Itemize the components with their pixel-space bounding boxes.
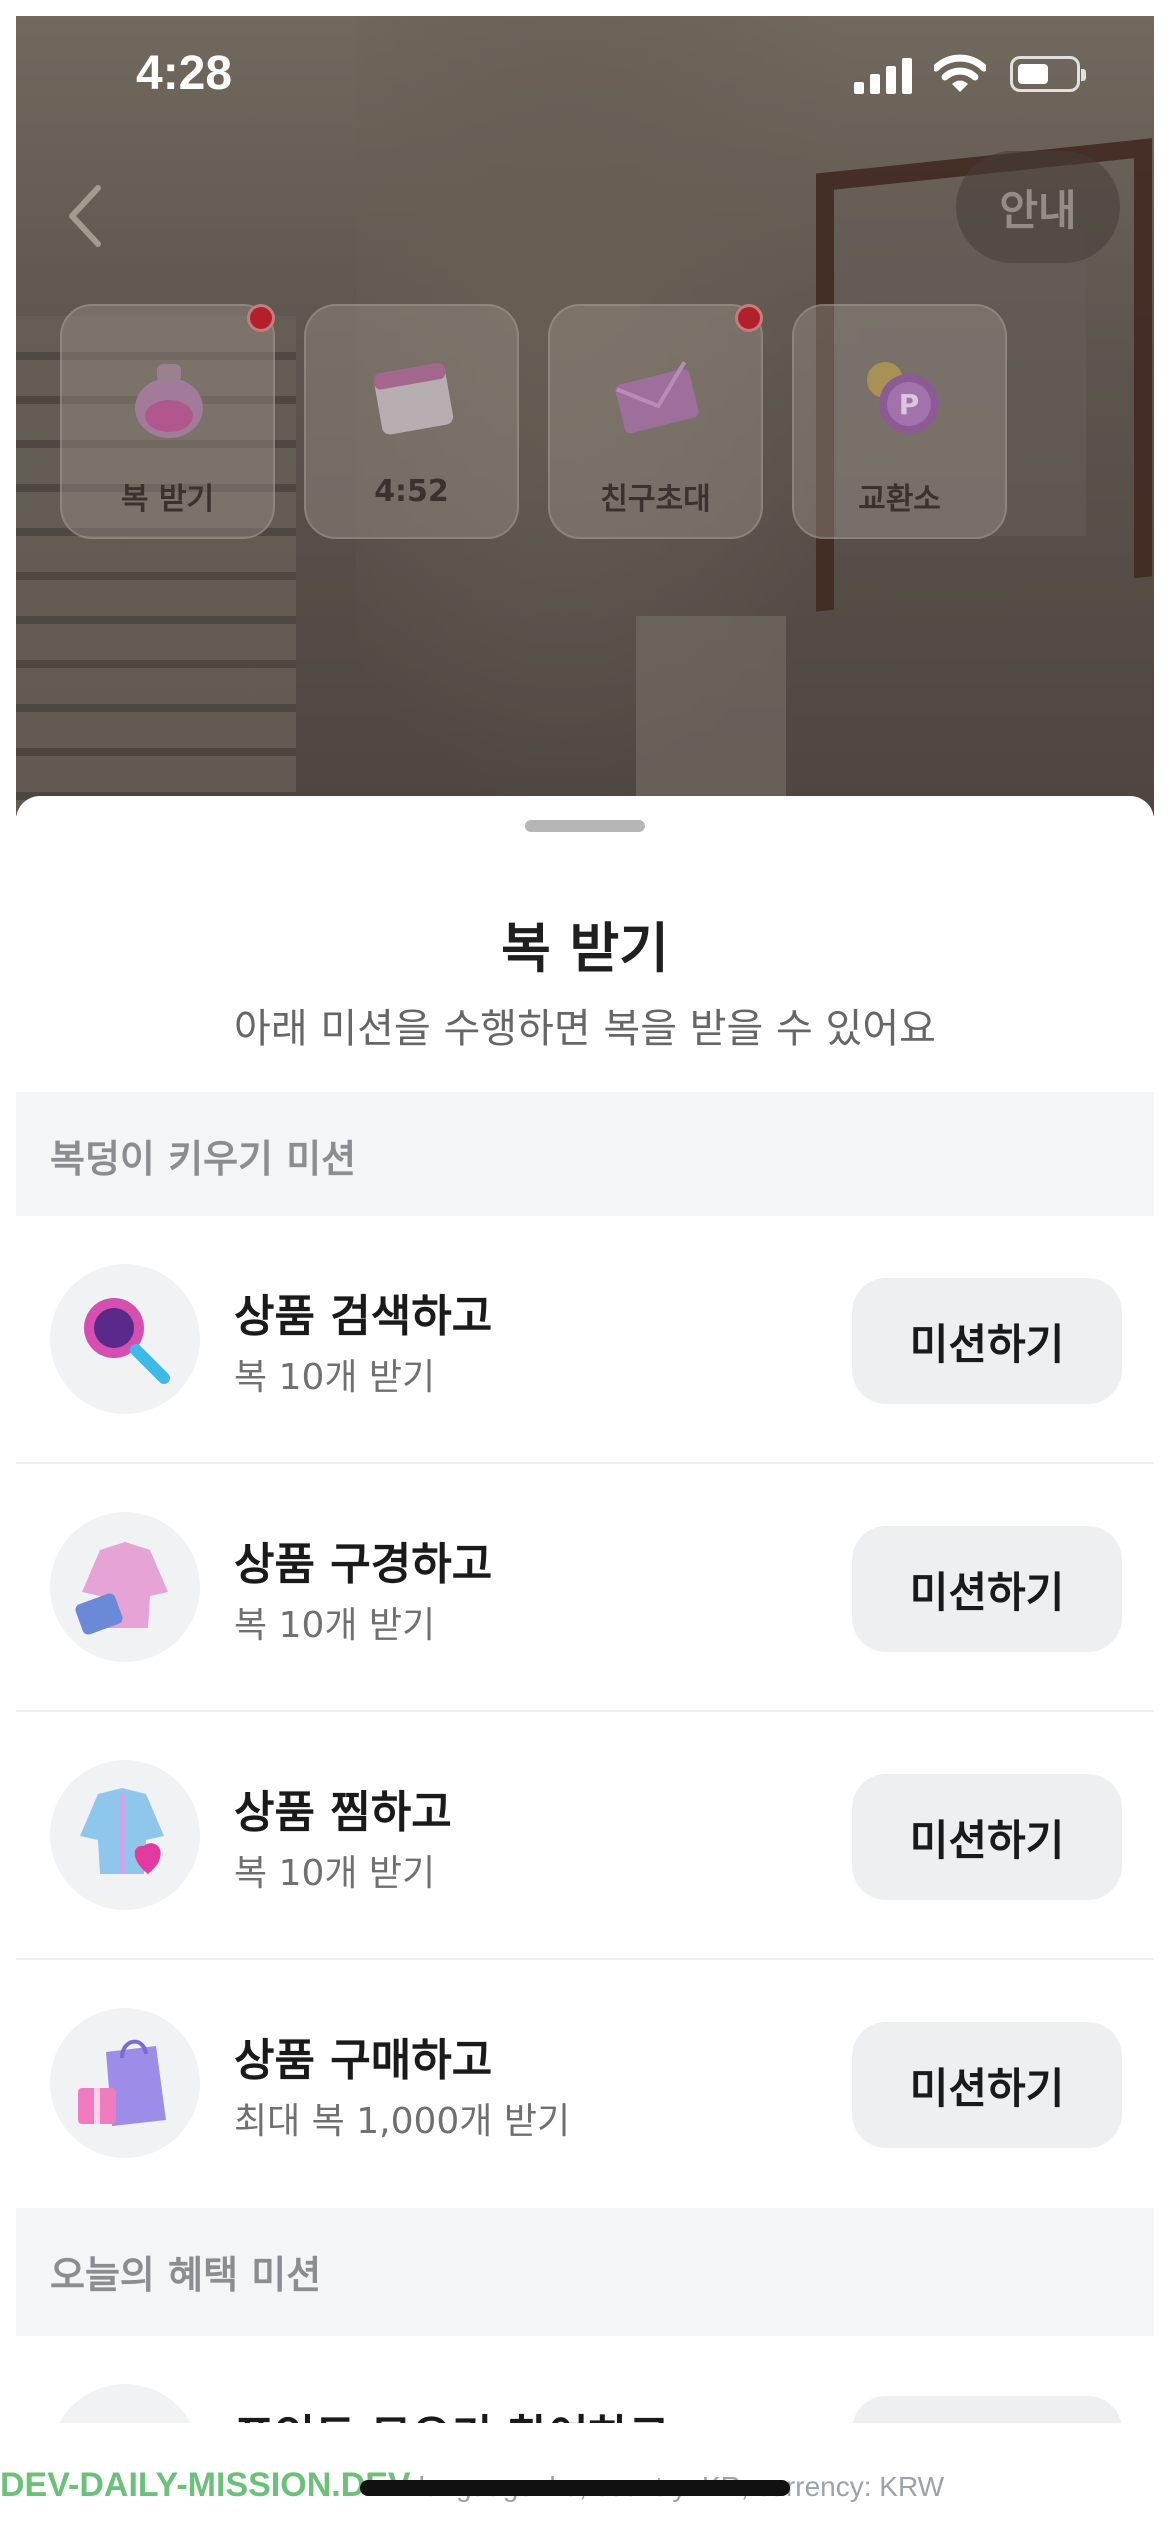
mission-row: 상품 구매하고 최대 복 1,000개 받기 미션하기: [16, 1960, 1154, 2208]
mission-bottom-sheet: 복 받기 아래 미션을 수행하면 복을 받을 수 있어요 복덩이 키우기 미션 …: [16, 796, 1154, 2516]
background-scene: 4:28 안내 복 받기 4:52 친구초대 P 교환소: [16, 16, 1154, 816]
pouch-icon: [135, 364, 203, 438]
guide-button[interactable]: 안내: [956, 151, 1120, 263]
magnifier-icon: [84, 1298, 170, 1384]
status-bar: 4:28: [16, 16, 1154, 146]
tile-exchange[interactable]: P 교환소: [792, 304, 1007, 539]
shopping-bag-icon: [78, 2039, 166, 2126]
mission-row: 상품 검색하고 복 10개 받기 미션하기: [16, 1216, 1154, 1464]
section-header-today: 오늘의 혜택 미션: [16, 2208, 1154, 2336]
notification-badge: [247, 304, 275, 332]
envelope-icon: [615, 361, 699, 434]
mission-thumbnail: [50, 1264, 200, 1414]
mission-reward: 최대 복 1,000개 받기: [234, 2101, 571, 2142]
tile-invite-friend[interactable]: 친구초대: [548, 304, 763, 539]
mission-row: 상품 찜하고 복 10개 받기 미션하기: [16, 1712, 1154, 1960]
sheet-subtitle: 아래 미션을 수행하면 복을 받을 수 있어요: [234, 1006, 936, 1052]
home-indicator[interactable]: [360, 2480, 790, 2496]
wifi-icon: [934, 54, 986, 92]
section-title: 복덩이 키우기 미션: [50, 1137, 357, 1181]
app-screen: 4:28 안내 복 받기 4:52 친구초대 P 교환소 복 받기 아래 미션을…: [16, 16, 1154, 2516]
jacket-heart-icon: [80, 1788, 164, 1874]
mission-title: 상품 구경하고: [234, 1539, 493, 1590]
section-title: 오늘의 혜택 미션: [50, 2253, 322, 2297]
tile-countdown[interactable]: 4:52: [304, 304, 519, 539]
back-chevron-icon[interactable]: [56, 176, 116, 256]
do-mission-button[interactable]: 미션하기: [852, 2022, 1122, 2148]
mission-reward: 복 10개 받기: [234, 1853, 436, 1894]
point-coin-icon: P: [867, 362, 939, 434]
status-time: 4:28: [136, 47, 233, 100]
section-header-grow: 복덩이 키우기 미션: [16, 1092, 1154, 1216]
mission-reward: 복 10개 받기: [234, 1357, 436, 1398]
cellular-signal-icon: [854, 58, 914, 94]
mission-title: 상품 구매하고: [234, 2035, 493, 2086]
tile-label: 교환소: [858, 482, 941, 517]
mission-row: 상품 구경하고 복 10개 받기 미션하기: [16, 1464, 1154, 1712]
tile-receive-bok[interactable]: 복 받기: [60, 304, 275, 539]
tile-label: 친구초대: [600, 482, 711, 517]
sheet-title: 복 받기: [501, 917, 669, 980]
debug-env: DEV-DAILY-MISSION.DEV: [0, 2466, 411, 2504]
mission-thumbnail: [50, 2008, 200, 2158]
do-mission-button[interactable]: 미션하기: [852, 1526, 1122, 1652]
mission-thumbnail: [50, 1760, 200, 1910]
mission-title: 상품 찜하고: [234, 1787, 452, 1838]
mission-reward: 복 10개 받기: [234, 1605, 436, 1646]
notification-badge: [735, 304, 763, 332]
svg-text:P: P: [899, 388, 920, 421]
battery-icon: [1010, 56, 1086, 92]
jacket-palette-icon: [75, 1542, 168, 1635]
do-mission-button[interactable]: 미션하기: [852, 1278, 1122, 1404]
tile-label: 4:52: [374, 474, 449, 509]
calendar-icon: [373, 363, 454, 435]
mission-title: 상품 검색하고: [234, 1291, 493, 1342]
do-mission-button[interactable]: 미션하기: [852, 1774, 1122, 1900]
mission-thumbnail: [50, 1512, 200, 1662]
tile-label: 복 받기: [120, 482, 215, 517]
sheet-grabber[interactable]: [525, 820, 645, 832]
